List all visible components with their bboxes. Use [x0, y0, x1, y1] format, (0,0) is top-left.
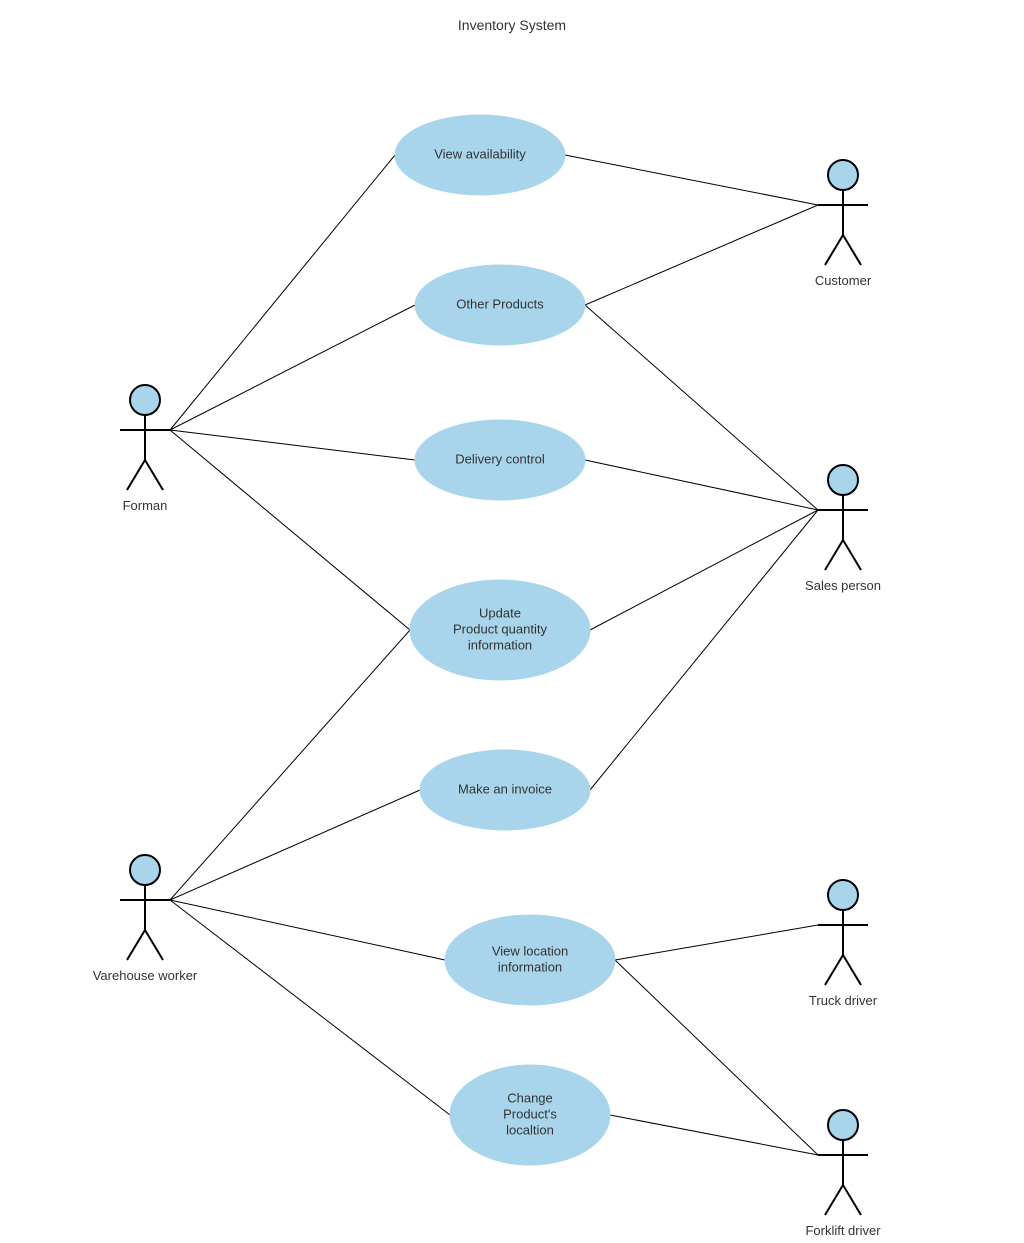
usecase-label-delivery: Delivery control — [455, 451, 545, 466]
actor-varehouse: Varehouse worker — [93, 855, 198, 983]
edge-sales-delivery — [585, 460, 818, 510]
actor-forklift: Forklift driver — [805, 1110, 881, 1238]
edge-truck-view_loc — [615, 925, 818, 960]
usecase-label-view_loc: information — [498, 959, 562, 974]
usecase-label-view_loc: View location — [492, 943, 568, 958]
edge-forman-view_avail — [170, 155, 395, 430]
usecase-label-update_qty: Product quantity — [453, 621, 547, 636]
usecase-view_avail: View availability — [395, 115, 565, 195]
actor-label-customer: Customer — [815, 273, 872, 288]
actor-label-truck: Truck driver — [809, 993, 878, 1008]
actor-truck: Truck driver — [809, 880, 878, 1008]
actor-label-forman: Forman — [123, 498, 168, 513]
usecase-label-invoice: Make an invoice — [458, 781, 552, 796]
edge-varehouse-invoice — [170, 790, 420, 900]
edge-forman-other_prod — [170, 305, 415, 430]
diagram-title: Inventory System — [458, 17, 566, 33]
edge-sales-invoice — [590, 510, 818, 790]
usecase-other_prod: Other Products — [415, 265, 585, 345]
use-case-diagram: Inventory System View availability Other … — [0, 0, 1024, 1243]
edge-varehouse-update_qty — [170, 630, 410, 900]
edge-sales-other_prod — [585, 305, 818, 510]
actor-customer: Customer — [815, 160, 872, 288]
usecase-change_loc: ChangeProduct'slocaltion — [450, 1065, 610, 1165]
use-cases-layer: View availability Other Products Delivery … — [395, 115, 615, 1165]
actor-label-forklift: Forklift driver — [805, 1223, 881, 1238]
edge-forklift-view_loc — [615, 960, 818, 1155]
edge-forklift-change_loc — [610, 1115, 818, 1155]
edge-varehouse-change_loc — [170, 900, 450, 1115]
usecase-label-update_qty: information — [468, 637, 532, 652]
actor-forman: Forman — [120, 385, 170, 513]
actor-sales: Sales person — [805, 465, 881, 593]
usecase-label-change_loc: Change — [507, 1090, 553, 1105]
edge-forman-delivery — [170, 430, 415, 460]
usecase-view_loc: View locationinformation — [445, 915, 615, 1005]
usecase-label-other_prod: Other Products — [456, 296, 544, 311]
usecase-invoice: Make an invoice — [420, 750, 590, 830]
edge-forman-update_qty — [170, 430, 410, 630]
usecase-update_qty: UpdateProduct quantityinformation — [410, 580, 590, 680]
actor-label-varehouse: Varehouse worker — [93, 968, 198, 983]
usecase-label-change_loc: localtion — [506, 1122, 554, 1137]
usecase-label-view_avail: View availability — [434, 146, 526, 161]
edge-sales-update_qty — [590, 510, 818, 630]
actor-label-sales: Sales person — [805, 578, 881, 593]
usecase-label-update_qty: Update — [479, 605, 521, 620]
edge-varehouse-view_loc — [170, 900, 445, 960]
edge-customer-other_prod — [585, 205, 818, 305]
edge-customer-view_avail — [565, 155, 818, 205]
usecase-label-change_loc: Product's — [503, 1106, 557, 1121]
usecase-delivery: Delivery control — [415, 420, 585, 500]
